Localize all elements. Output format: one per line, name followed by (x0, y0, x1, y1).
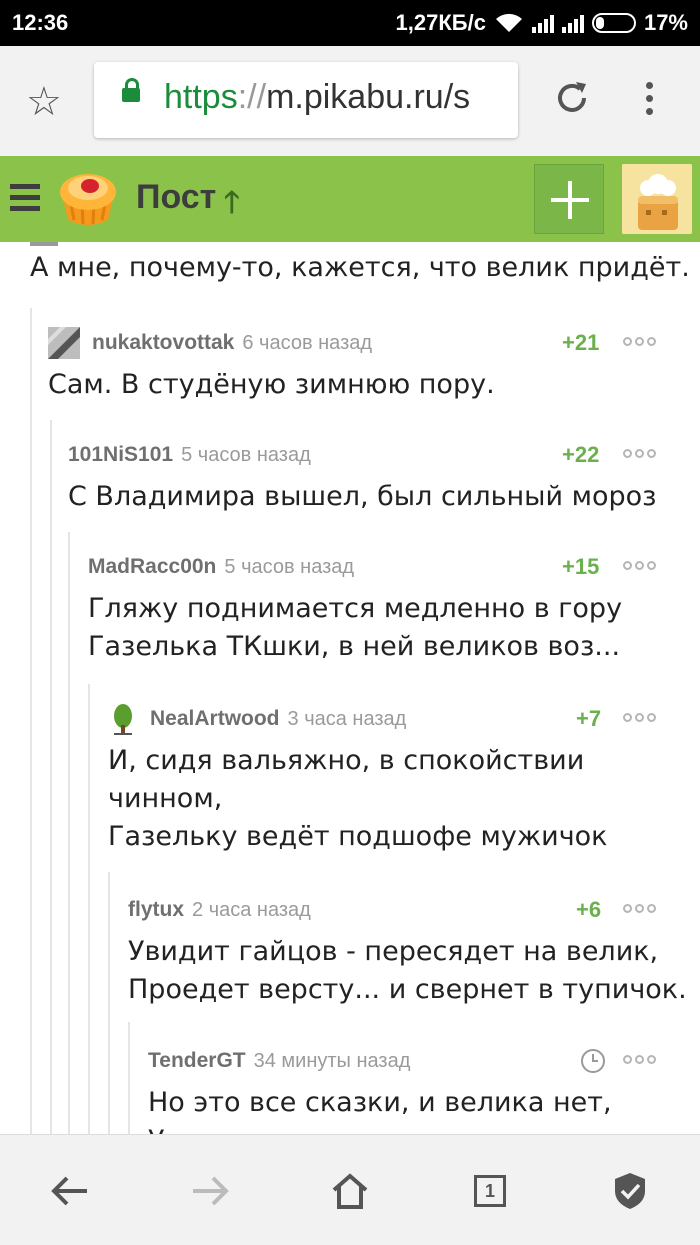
comment-text: И, сидя вальяжно, в спокойствии чинном, … (108, 745, 608, 852)
comment-time: 5 часов назад (181, 443, 311, 466)
comment-author[interactable]: 101NiS101 (68, 443, 173, 467)
reload-icon[interactable] (552, 78, 592, 118)
net-speed: 1,27КБ/с (395, 10, 486, 35)
comment-text: С Владимира вышел, был сильный мороз (68, 481, 657, 512)
comment-text: Сам. В студёную зимнюю пору. (48, 369, 495, 400)
comment-time: 3 часа назад (287, 707, 407, 730)
more-options-icon[interactable] (623, 1055, 656, 1064)
comment-author[interactable]: nukaktovottak (92, 331, 234, 355)
signal-icon-2 (561, 13, 584, 33)
add-post-button[interactable] (534, 164, 604, 234)
comment-author[interactable]: NealArtwood (150, 707, 280, 731)
page-title: Пост (136, 178, 217, 216)
wifi-icon (495, 13, 522, 32)
thread-line (128, 1022, 130, 1134)
address-bar[interactable]: https://m.pikabu.ru/s (94, 62, 518, 138)
status-time: 12:36 (12, 10, 69, 35)
comment-time: 2 часа назад (192, 898, 311, 921)
bookmark-star-icon[interactable]: ☆ (26, 82, 62, 122)
tabs-button[interactable]: 1 (466, 1167, 514, 1215)
url-text[interactable]: https://m.pikabu.ru/s (164, 78, 470, 117)
thread-line (30, 308, 32, 1134)
clock-icon (581, 1049, 605, 1073)
thread-line (88, 684, 90, 1134)
app-header: Пост 🡑 (0, 156, 700, 242)
browser-toolbar: ☆ https://m.pikabu.ru/s (0, 46, 700, 156)
more-options-icon[interactable] (623, 337, 656, 346)
comment-score: +15 (562, 554, 600, 579)
more-options-icon[interactable] (623, 449, 656, 458)
comment-author[interactable]: flytux (128, 898, 184, 922)
comment-score: +21 (562, 330, 600, 355)
comment-author[interactable]: TenderGT (148, 1049, 246, 1073)
comment-score: +7 (576, 706, 602, 731)
comment-time: 6 часов назад (242, 331, 373, 354)
battery-icon (591, 13, 636, 33)
comment-time: 34 минуты назад (253, 1049, 411, 1072)
pikabu-logo[interactable] (56, 168, 120, 230)
home-icon[interactable] (326, 1167, 374, 1215)
comment-text: Гляжу поднимается медленно в гору Газель… (88, 593, 623, 662)
comment-time: 5 часов назад (224, 555, 355, 578)
battery-percent: 17% (643, 10, 688, 35)
more-options-icon[interactable] (623, 904, 656, 913)
avatar[interactable] (48, 327, 80, 359)
comment-text: Но это все сказки, и велика нет, Увы, то… (148, 1087, 671, 1134)
up-arrow-icon[interactable]: 🡑 (224, 180, 240, 231)
hamburger-menu-icon[interactable] (10, 184, 40, 211)
browser-bottom-nav: 1 (0, 1134, 700, 1245)
comments-thread: А мне, почему-то, кажется, что велик при… (0, 242, 700, 1134)
shield-icon[interactable] (606, 1167, 654, 1215)
avatar[interactable] (108, 703, 138, 735)
tab-count: 1 (474, 1175, 506, 1207)
signal-icon (531, 13, 554, 33)
thread-line (50, 420, 52, 1134)
more-options-icon[interactable] (623, 561, 656, 570)
comment-score: +22 (562, 442, 600, 467)
back-icon[interactable] (46, 1167, 94, 1215)
more-options-icon[interactable] (623, 713, 656, 722)
thread-line (108, 872, 110, 1134)
comment-author[interactable]: MadRacc00n (88, 555, 216, 579)
browser-menu-icon[interactable] (646, 82, 653, 115)
comment-score: +6 (576, 897, 602, 922)
forward-icon[interactable] (186, 1167, 234, 1215)
lock-icon (122, 78, 140, 102)
comment-text: А мне, почему-то, кажется, что велик при… (30, 252, 700, 283)
status-bar: 12:36 1,27КБ/с 17% (0, 0, 700, 46)
user-avatar[interactable] (622, 164, 692, 234)
comment-text: Увидит гайцов - пересядет на велик, Прое… (128, 936, 687, 1005)
thread-line (68, 532, 70, 1134)
avatar-fragment (30, 242, 58, 246)
